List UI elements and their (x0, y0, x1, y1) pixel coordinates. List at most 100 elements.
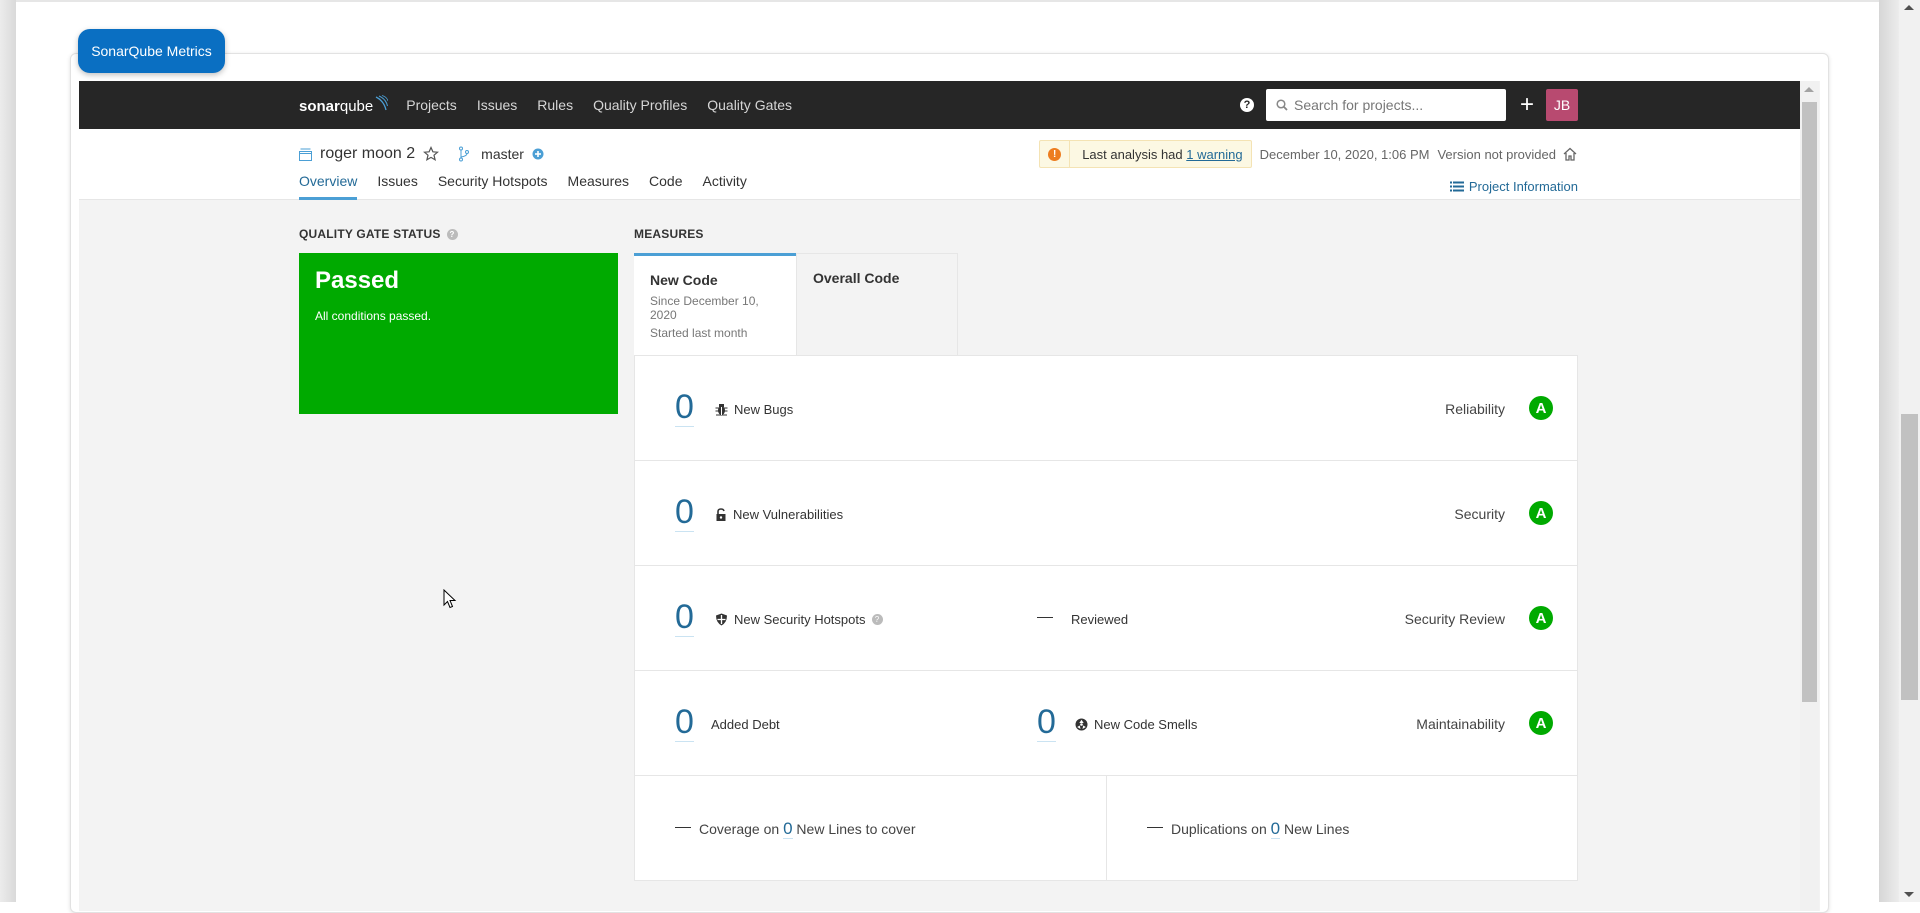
coverage-section: Coverage on 0 New Lines to cover (635, 776, 1106, 880)
left-edge (0, 0, 16, 902)
duplications-suffix: New Lines (1280, 821, 1350, 837)
coverage-suffix: New Lines to cover (792, 821, 916, 837)
warning-icon: ! (1048, 147, 1062, 161)
tab-issues[interactable]: Issues (377, 173, 417, 200)
duplications-dash (1147, 827, 1163, 828)
scroll-up-arrow-icon[interactable] (1804, 87, 1814, 92)
tab-measures[interactable]: Measures (568, 173, 629, 200)
quality-gate-status: Passed (315, 267, 400, 294)
measure-row-maintainability: 0 Added Debt 0 New Code Smells Maintaina… (635, 671, 1577, 776)
new-code-smells-value[interactable]: 0 (1037, 703, 1056, 742)
widget-title-badge: SonarQube Metrics (78, 29, 225, 73)
user-avatar[interactable]: JB (1546, 89, 1578, 121)
code-smell-icon (1075, 718, 1088, 731)
nav-quality-gates[interactable]: Quality Gates (707, 97, 792, 113)
add-branch-icon[interactable] (532, 148, 544, 160)
new-vulnerabilities-value[interactable]: 0 (675, 493, 694, 532)
quality-gate-message: All conditions passed. (315, 309, 432, 323)
project-information-label: Project Information (1468, 179, 1578, 194)
new-hotspots-label: New Security Hotspots ? (715, 612, 883, 627)
nav-issues[interactable]: Issues (477, 97, 517, 113)
project-header: roger moon 2 master ! Last analysis had … (79, 129, 1800, 200)
sonarqube-logo[interactable]: sonar qube (299, 95, 389, 115)
logo-text-bold: sonar (299, 98, 340, 115)
scroll-down-arrow-icon[interactable] (1904, 892, 1914, 897)
scroll-up-arrow-icon[interactable] (1904, 5, 1914, 10)
logo-text-light: qube (339, 98, 374, 115)
new-bugs-value[interactable]: 0 (675, 388, 694, 427)
project-name[interactable]: roger moon 2 (320, 145, 415, 163)
label-text: New Vulnerabilities (733, 507, 844, 522)
search-box[interactable] (1265, 89, 1506, 121)
security-label: Security (1454, 506, 1505, 522)
security-review-rating[interactable]: A (1529, 606, 1553, 630)
overall-code-title: Overall Code (813, 270, 900, 286)
reliability-rating[interactable]: A (1529, 396, 1553, 420)
sonar-waves-icon (375, 95, 389, 111)
nav-rules[interactable]: Rules (537, 97, 573, 113)
coverage-lines-value[interactable]: 0 (783, 819, 793, 839)
security-review-label: Security Review (1404, 611, 1505, 627)
page-scrollbar[interactable] (1899, 0, 1920, 902)
warning-link[interactable]: 1 warning (1186, 147, 1242, 162)
duplications-prefix: Duplications on (1171, 821, 1271, 837)
project-version: Version not provided (1437, 146, 1556, 162)
help-icon[interactable]: ? (1239, 98, 1254, 112)
branch-name[interactable]: master (481, 146, 524, 162)
tab-overview[interactable]: Overview (299, 173, 358, 200)
analysis-warning-banner: ! Last analysis had 1 warning (1039, 140, 1252, 168)
shield-icon (716, 613, 727, 626)
bug-icon (715, 404, 728, 416)
create-plus-icon[interactable]: + (1520, 93, 1534, 117)
tab-new-code[interactable]: New Code Since December 10, 2020 Started… (634, 253, 796, 355)
coverage-dash (675, 827, 691, 828)
right-edge (1879, 0, 1899, 902)
new-bugs-label: New Bugs (715, 402, 793, 417)
nav-quality-profiles[interactable]: Quality Profiles (593, 97, 687, 113)
reviewed-dash (1037, 617, 1053, 618)
new-code-started: Started last month (650, 326, 748, 340)
measures-label: MEASURES (634, 227, 704, 241)
mouse-cursor-icon (443, 589, 457, 609)
new-hotspots-value[interactable]: 0 (675, 598, 694, 637)
top-border (0, 0, 1920, 2)
warning-text: Last analysis had (1082, 146, 1187, 162)
measure-row-vulnerabilities: 0 New Vulnerabilities Security A (635, 461, 1577, 566)
help-icon[interactable]: ? (871, 614, 883, 625)
label-text: New Bugs (734, 402, 794, 417)
added-debt-value[interactable]: 0 (675, 703, 694, 742)
security-rating[interactable]: A (1529, 501, 1553, 525)
duplications-lines-value[interactable]: 0 (1270, 819, 1281, 839)
reviewed-label: Reviewed (1071, 612, 1129, 627)
home-icon[interactable] (1562, 146, 1578, 162)
coverage-prefix: Coverage on (699, 821, 784, 837)
tab-overall-code[interactable]: Overall Code (796, 253, 958, 355)
help-icon[interactable]: ? (446, 228, 458, 240)
label-text: New Security Hotspots (734, 612, 866, 627)
quality-gate-label-text: QUALITY GATE STATUS (299, 227, 441, 241)
sonarqube-frame: sonar qube Projects Issues Rules Quality … (79, 81, 1820, 911)
measure-row-bugs: 0 New Bugs Reliability A (635, 356, 1577, 461)
top-navbar: sonar qube Projects Issues Rules Quality … (79, 81, 1800, 129)
maintainability-label: Maintainability (1416, 716, 1505, 732)
nav-projects[interactable]: Projects (406, 97, 457, 113)
branch-icon (459, 146, 470, 162)
analysis-date: December 10, 2020, 1:06 PM (1259, 146, 1430, 162)
new-code-title: New Code (650, 272, 718, 288)
frame-scrollbar[interactable] (1800, 81, 1819, 911)
new-code-smells-label: New Code Smells (1075, 717, 1197, 732)
frame-scroll-thumb[interactable] (1802, 102, 1817, 702)
tab-code[interactable]: Code (649, 173, 682, 200)
list-icon (1449, 181, 1464, 191)
search-input[interactable] (1293, 97, 1494, 113)
measures-panel: 0 New Bugs Reliability A 0 New Vulnerabi… (634, 355, 1578, 881)
page-scroll-thumb[interactable] (1901, 414, 1918, 700)
tab-security-hotspots[interactable]: Security Hotspots (438, 173, 548, 200)
tab-activity[interactable]: Activity (702, 173, 746, 200)
favorite-star-icon[interactable] (423, 146, 440, 162)
maintainability-rating[interactable]: A (1529, 711, 1553, 735)
quality-gate-label: QUALITY GATE STATUS ? (299, 227, 458, 241)
project-information-link[interactable]: Project Information (1449, 173, 1578, 200)
new-vulnerabilities-label: New Vulnerabilities (715, 507, 843, 522)
quality-gate-status-box: Passed All conditions passed. (299, 253, 618, 414)
